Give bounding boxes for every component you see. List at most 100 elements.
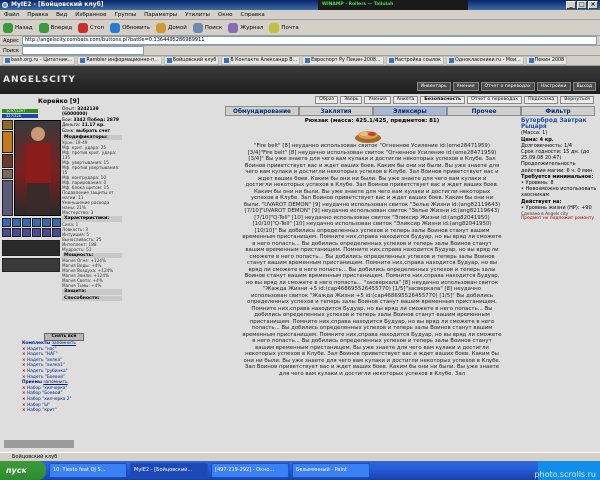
top-link-exit[interactable]: Выход	[572, 82, 596, 91]
scroll-slot-9[interactable]	[22, 228, 31, 237]
search-button[interactable]: Поиск	[192, 22, 222, 33]
top-link-inventory[interactable]: Инвентарь	[416, 82, 451, 91]
log-line: станут вашим временным пристанищем. Помн…	[246, 260, 498, 266]
close-button[interactable]: ×	[588, 1, 598, 9]
start-button[interactable]: пуск	[0, 461, 46, 480]
scroll-slot-12[interactable]	[52, 228, 61, 237]
task-paint[interactable]: Безымянный - Paint	[292, 463, 370, 478]
home-button[interactable]: Домой	[156, 22, 187, 33]
tab-equipment[interactable]: Обмундирование	[225, 106, 299, 116]
link-eurosport[interactable]: Евроспорт Ру Пекин-2008...	[302, 56, 384, 65]
link-rambler[interactable]: Rambler информационно-п...	[77, 56, 162, 65]
tab-spells[interactable]: Заклятия	[299, 106, 373, 116]
armor-slot[interactable]	[2, 154, 13, 168]
menu-file[interactable]: Файл	[0, 12, 23, 18]
maximize-button[interactable]: □	[577, 1, 587, 9]
abilities-header[interactable]: Способности:	[62, 295, 122, 302]
protection-header[interactable]: Защита:	[62, 289, 122, 295]
link-settings[interactable]: Настройка ссылок	[385, 56, 444, 65]
history-button[interactable]: Журнал	[228, 22, 263, 33]
task-myie2[interactable]: MyIE2 - [Бойцовский...	[130, 463, 208, 478]
scroll-slot-7[interactable]	[2, 228, 11, 237]
button-security[interactable]: Безопасность	[420, 96, 466, 104]
stop-button[interactable]: Стоп	[78, 22, 104, 33]
menu-window[interactable]: Окно	[214, 12, 237, 18]
menu-bar: Файл Правка Вид Избранное Группы Парамет…	[0, 10, 600, 20]
menu-edit[interactable]: Правка	[23, 12, 52, 18]
scroll-slot-2[interactable]	[12, 218, 21, 227]
log-line: Воинов станут вашим временным пристанище…	[244, 273, 500, 279]
button-profile[interactable]: Анкета	[392, 96, 419, 104]
scroll-slot-3[interactable]	[22, 218, 31, 227]
minimize-button[interactable]: _	[566, 1, 576, 9]
scroll-slot-5[interactable]	[42, 218, 51, 227]
button-pet[interactable]: Зверь	[340, 96, 363, 104]
home-icon	[156, 22, 167, 33]
top-link-settings[interactable]: Настройки	[536, 82, 571, 91]
scroll-slot-11[interactable]	[42, 228, 51, 237]
page-icon	[224, 58, 230, 63]
button-skills[interactable]: Умения	[364, 96, 391, 104]
link-vkontakte[interactable]: В Контакте Александр В...	[221, 56, 301, 65]
scroll-slot-4[interactable]	[32, 218, 41, 227]
browser-toolbar: Назад Вперед Стоп Обновить Домой Поиск Ж…	[0, 20, 600, 36]
item-validity: Срок годности: 15 дн. (до 25.09.08 20:47…	[521, 149, 590, 162]
button-return[interactable]: Вернуться	[560, 96, 594, 104]
weapon-slot[interactable]	[2, 131, 13, 153]
link-bash[interactable]: bash.org.ru - Цитатник...	[2, 56, 76, 65]
prep-item[interactable]: × Набор "крит"	[22, 408, 76, 414]
button-image[interactable]: Образ	[315, 96, 339, 104]
log-line: достигли некоторых успехов в Клубе. Зал …	[245, 182, 499, 188]
scroll-slot-10[interactable]	[32, 228, 41, 237]
tab-filter[interactable]: Фильтр	[521, 106, 595, 116]
character-panel: Корейко [9] 1097/1097 327/328 Опыт: 3242…	[0, 96, 123, 448]
scroll-slot-8[interactable]	[12, 228, 21, 237]
item-requirement: • Невозможно использовать хаосникам	[521, 186, 597, 199]
task-winamp[interactable]: 10. Tiesto feat DJ S...	[49, 463, 127, 478]
item-name[interactable]: Бутерброд Завтрак Рыцаря	[521, 118, 597, 130]
tab-elixirs[interactable]: Эликсиры	[373, 106, 447, 116]
search-label: Поиск	[3, 47, 19, 54]
top-link-transfers[interactable]: Отчет о переводах	[480, 82, 535, 91]
character-avatar[interactable]	[14, 120, 61, 216]
link-beijing[interactable]: Пекин 2008	[525, 56, 568, 65]
task-icq[interactable]: [497-219-292] - Окно...	[211, 463, 289, 478]
link-combats[interactable]: Бойцовский клуб	[163, 56, 220, 65]
take-off-all-button[interactable]: Снять всё	[44, 333, 84, 341]
character-name[interactable]: Корейко [9]	[38, 98, 80, 105]
search-input[interactable]	[21, 46, 144, 55]
bread-basket-icon[interactable]	[352, 127, 384, 143]
mail-button[interactable]: Почта	[269, 22, 299, 33]
scroll-slot-6[interactable]	[52, 218, 61, 227]
button-hint[interactable]: Подсказка	[524, 96, 559, 104]
stat-exp: Опыт: 3242139 (6000000)	[62, 107, 99, 118]
pet-slot[interactable]	[2, 240, 60, 256]
forward-button[interactable]: Вперед	[38, 22, 72, 33]
extra-slots[interactable]	[2, 258, 60, 272]
address-input[interactable]: http://angelscity.combats.com/buttons.pl…	[21, 36, 597, 45]
tab-other[interactable]: Прочее	[447, 106, 521, 116]
game-header: ANGELSCITY Инвентарь Умения Отчет о пере…	[0, 66, 600, 94]
refresh-button[interactable]: Обновить	[110, 22, 150, 33]
helmet-slot[interactable]	[2, 120, 13, 130]
page-icon	[5, 58, 10, 63]
winamp-overlay: WINAMP · Rollers — Tallulah	[318, 0, 468, 10]
menu-view[interactable]: Вид	[52, 12, 71, 18]
menu-groups[interactable]: Группы	[111, 12, 141, 18]
menu-favorites[interactable]: Избранное	[71, 12, 110, 18]
top-link-skills[interactable]: Умения	[452, 82, 479, 91]
prep-remember-link[interactable]: запомнить	[43, 380, 67, 385]
staff-slot[interactable]	[2, 180, 13, 216]
stat-bank[interactable]: Банк: выбрать счет	[62, 129, 122, 134]
back-button[interactable]: Назад	[3, 22, 33, 33]
scroll-slot-1[interactable]	[2, 218, 11, 227]
menu-help[interactable]: Справка	[237, 12, 269, 18]
menu-options[interactable]: Параметры	[140, 12, 181, 18]
belt-slot[interactable]	[2, 169, 13, 179]
link-odnoklassniki[interactable]: Одноклассники.ru - Мои...	[445, 56, 524, 65]
mastery-list: Магия Огня: +124% Магия Воды: +4% Магия …	[62, 258, 114, 289]
button-transfers[interactable]: Отчет о переводах	[467, 96, 523, 104]
kits-remember-link[interactable]: запомнить	[52, 341, 76, 346]
menu-tools[interactable]: Утилиты	[181, 12, 214, 18]
browser-logo-icon	[2, 2, 8, 8]
